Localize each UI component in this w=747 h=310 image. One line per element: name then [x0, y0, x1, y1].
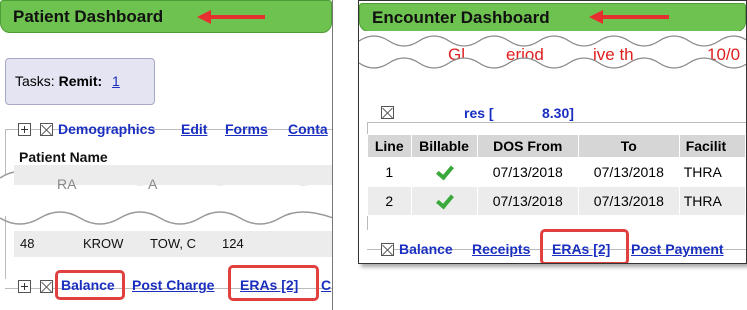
patient-dashboard-title: Patient Dashboard: [13, 7, 164, 26]
patient-name-fragment-2: A: [148, 176, 158, 192]
edit-link[interactable]: Edit: [181, 121, 207, 137]
address-fragment-b: KROW: [83, 236, 124, 251]
cell-billable: [410, 157, 478, 187]
eras-highlight: [228, 265, 319, 301]
cell-dos-from: 07/13/2018: [476, 157, 579, 187]
patient-name-fragment: RA: [57, 176, 77, 192]
cell-line: 1: [367, 157, 412, 187]
procedures-fragment-b: 8.30]: [542, 105, 574, 121]
cell-facility: THRA: [678, 186, 746, 216]
patient-dashboard-header: Patient Dashboard: [0, 0, 332, 33]
col-to: To: [577, 134, 680, 158]
col-dos-from: DOS From: [476, 134, 579, 158]
table-row[interactable]: 1 07/13/2018 07/13/2018 THRA: [367, 157, 746, 187]
right-redaction-tear-top: [359, 31, 746, 71]
encounter-dashboard-header: Encounter Dashboard: [359, 3, 746, 32]
collapse-box-icon[interactable]: [40, 123, 53, 136]
col-facility: Facilit: [678, 134, 746, 158]
encounter-dashboard-title: Encounter Dashboard: [372, 8, 550, 27]
cell-to: 07/13/2018: [577, 186, 680, 216]
left-arrow-annotation: [197, 10, 265, 24]
demographics-label: Demographics: [58, 121, 156, 137]
cell-line: 2: [367, 186, 412, 216]
check-icon: [436, 193, 452, 207]
cell-facility: THRA: [678, 157, 746, 187]
cell-billable: [410, 186, 478, 216]
tasks-label: Tasks:: [15, 73, 55, 89]
post-charge-link[interactable]: Post Charge: [132, 277, 214, 293]
col-billable: Billable: [410, 134, 478, 158]
table-row[interactable]: 2 07/13/2018 07/13/2018 THRA: [367, 186, 746, 216]
encounter-dashboard-panel: Encounter Dashboard Gl eriod ive th 10/0…: [358, 0, 747, 264]
eras-highlight: [540, 229, 629, 263]
procedures-table: Line Billable DOS From To Facilit 1 07/1…: [367, 134, 746, 216]
receipts-link[interactable]: Receipts: [472, 241, 530, 257]
expand-icon[interactable]: [18, 123, 31, 136]
col-line: Line: [367, 134, 412, 158]
cut-link[interactable]: C: [321, 277, 331, 293]
address-fragment-d: 124: [222, 236, 244, 251]
tasks-count-link[interactable]: 1: [112, 73, 120, 89]
address-fragment-a: 48: [20, 236, 35, 251]
balance-collapse-icon[interactable]: [40, 280, 53, 293]
right-arrow-annotation: [589, 10, 669, 24]
post-payment-link[interactable]: Post Payment: [631, 241, 724, 257]
contacts-link[interactable]: Conta: [288, 121, 328, 137]
cell-to: 07/13/2018: [577, 157, 680, 187]
tasks-type: Remit: [58, 73, 98, 89]
cell-dos-from: 07/13/2018: [476, 186, 579, 216]
check-icon: [436, 164, 452, 178]
procedures-collapse-icon[interactable]: [381, 106, 394, 119]
tasks-box: Tasks: Remit: 1: [5, 58, 155, 105]
procedures-fragment-a: res [: [464, 105, 494, 121]
balance-collapse-icon[interactable]: [381, 243, 394, 256]
balance-label: Balance: [399, 241, 453, 257]
patient-dashboard-panel: Patient Dashboard Tasks: Remit: 1 Demogr…: [0, 0, 333, 310]
balance-expand-icon[interactable]: [18, 280, 31, 293]
table-header-row: Line Billable DOS From To Facilit: [367, 134, 746, 158]
balance-highlight: [55, 270, 125, 300]
forms-link[interactable]: Forms: [225, 121, 268, 137]
address-fragment-c: TOW, C: [150, 236, 196, 251]
